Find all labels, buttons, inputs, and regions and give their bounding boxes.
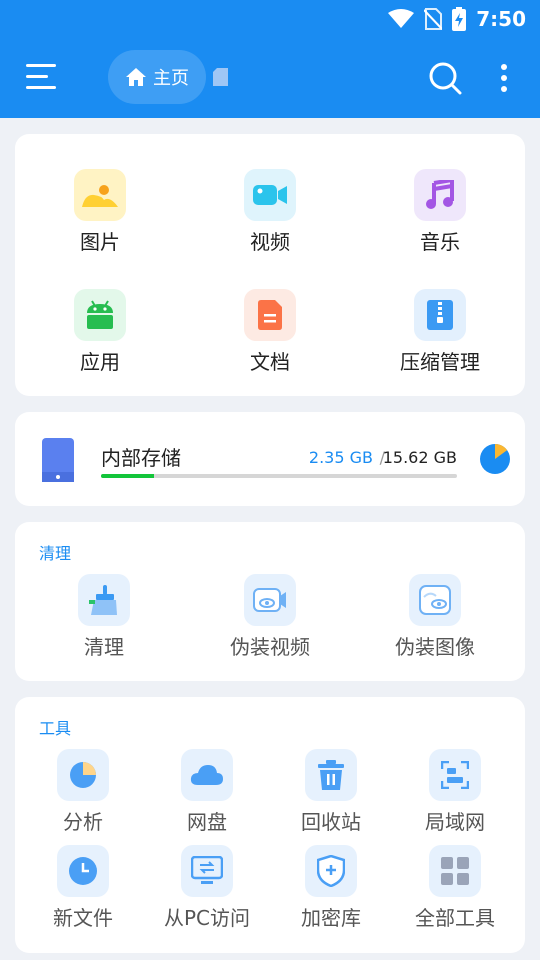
section-title-clean: 清理 xyxy=(39,544,72,563)
storage-pie-icon[interactable] xyxy=(479,443,511,475)
clean-item-label: 清理 xyxy=(84,635,124,659)
tool-label: 加密库 xyxy=(301,906,361,930)
tool-recycle-bin[interactable]: 回收站 xyxy=(269,749,393,835)
music-icon xyxy=(414,169,466,221)
storage-progress-fill xyxy=(101,474,155,478)
category-label: 音乐 xyxy=(420,230,460,254)
category-video[interactable]: 视频 xyxy=(200,169,340,255)
menu-icon[interactable] xyxy=(26,64,58,90)
image-icon xyxy=(74,169,126,221)
category-label: 应用 xyxy=(80,350,120,374)
category-documents[interactable]: 文档 xyxy=(200,289,340,375)
tool-label: 回收站 xyxy=(301,810,361,834)
tool-label: 网盘 xyxy=(187,810,227,834)
status-bar: 7:50 xyxy=(388,6,526,32)
archive-icon xyxy=(414,289,466,341)
tool-label: 从PC访问 xyxy=(163,906,251,930)
tool-analysis[interactable]: 分析 xyxy=(21,749,145,835)
clean-item-label: 伪装图像 xyxy=(395,635,475,659)
tool-vault[interactable]: 加密库 xyxy=(269,845,393,931)
video-icon xyxy=(244,169,296,221)
breadcrumb-doc-icon xyxy=(213,68,228,86)
category-archives[interactable]: 压缩管理 xyxy=(370,289,510,375)
tool-label: 全部工具 xyxy=(415,906,495,930)
disguise-image-icon xyxy=(409,574,461,626)
clean-item-disguise-video[interactable]: 伪装视频 xyxy=(208,574,332,660)
cloud-icon xyxy=(181,749,233,801)
tools-section-card: 工具 分析 网盘 回收站 局域网 新文件 从PC访问 加密库 全部工具 xyxy=(15,697,525,953)
clean-item-label: 伪装视频 xyxy=(230,635,310,659)
clean-item-clean[interactable]: 清理 xyxy=(42,574,166,660)
clock-icon xyxy=(57,845,109,897)
all-tools-icon xyxy=(429,845,481,897)
home-icon xyxy=(126,68,146,86)
no-sim-icon xyxy=(424,8,443,30)
category-images[interactable]: 图片 xyxy=(30,169,170,255)
storage-card[interactable]: 内部存储 2.35 GB / 15.62 GB xyxy=(15,412,525,506)
document-icon xyxy=(244,289,296,341)
storage-total: 15.62 GB xyxy=(382,448,457,467)
tool-cloud-drive[interactable]: 网盘 xyxy=(145,749,269,835)
battery-charging-icon xyxy=(452,7,467,31)
category-label: 视频 xyxy=(250,230,290,254)
breadcrumb-label: 主页 xyxy=(153,68,189,89)
app-header: 7:50 主页 xyxy=(0,0,540,118)
analysis-pie-icon xyxy=(57,749,109,801)
storage-progress-bar xyxy=(101,474,457,478)
android-icon xyxy=(74,289,126,341)
category-label: 文档 xyxy=(250,350,290,374)
disguise-video-icon xyxy=(244,574,296,626)
storage-used: 2.35 GB xyxy=(308,448,373,467)
breadcrumb-home[interactable]: 主页 xyxy=(108,50,206,104)
broom-icon xyxy=(78,574,130,626)
section-title-tools: 工具 xyxy=(39,719,72,738)
wifi-icon xyxy=(388,9,415,28)
tool-all-tools[interactable]: 全部工具 xyxy=(393,845,517,931)
categories-card: 图片 视频 音乐 应用 文档 压缩管理 xyxy=(15,134,525,396)
more-options-icon[interactable] xyxy=(494,62,514,94)
trash-icon xyxy=(305,749,357,801)
tool-new-files[interactable]: 新文件 xyxy=(21,845,145,931)
phone-storage-icon xyxy=(42,438,74,482)
clean-section-card: 清理 清理 伪装视频 伪装图像 xyxy=(15,522,525,681)
tool-label: 分析 xyxy=(63,810,103,834)
lan-icon xyxy=(429,749,481,801)
category-music[interactable]: 音乐 xyxy=(370,169,510,255)
vault-shield-icon xyxy=(305,845,357,897)
category-apps[interactable]: 应用 xyxy=(30,289,170,375)
status-time: 7:50 xyxy=(476,7,526,31)
search-icon[interactable] xyxy=(428,61,462,95)
category-label: 图片 xyxy=(80,230,120,254)
clean-item-disguise-image[interactable]: 伪装图像 xyxy=(373,574,497,660)
category-label: 压缩管理 xyxy=(400,350,480,374)
tool-pc-access[interactable]: 从PC访问 xyxy=(145,845,269,931)
tool-label: 局域网 xyxy=(425,810,485,834)
pc-access-icon xyxy=(181,845,233,897)
storage-name: 内部存储 xyxy=(101,446,181,470)
tool-label: 新文件 xyxy=(53,906,113,930)
tool-lan[interactable]: 局域网 xyxy=(393,749,517,835)
